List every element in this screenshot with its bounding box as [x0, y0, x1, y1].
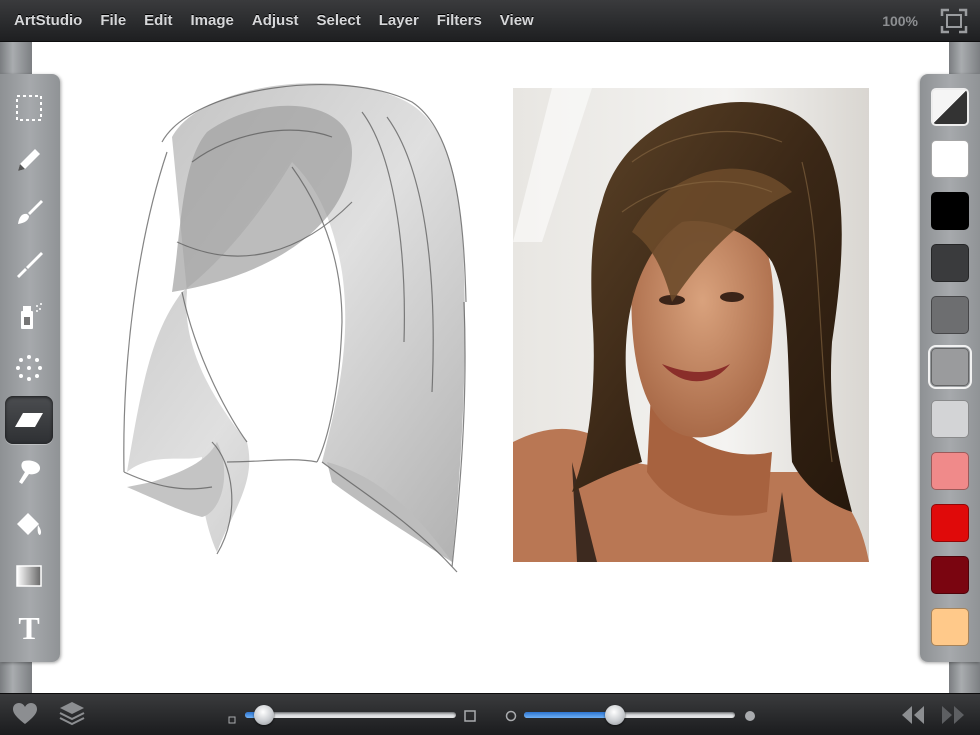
tool-paint-bucket[interactable] — [5, 500, 53, 548]
color-swatch[interactable] — [931, 244, 969, 282]
menu-view[interactable]: View — [491, 0, 543, 42]
brush-size-slider[interactable] — [245, 705, 456, 725]
tools-palette: T — [0, 74, 60, 662]
color-swatch[interactable] — [931, 192, 969, 230]
tool-rectangle-select[interactable] — [5, 84, 53, 132]
tool-brush[interactable] — [5, 188, 53, 236]
tool-pencil[interactable] — [5, 136, 53, 184]
color-swatch[interactable] — [931, 140, 969, 178]
eraser-icon — [15, 413, 43, 427]
undo-icon[interactable] — [900, 704, 926, 731]
color-swatch[interactable] — [931, 452, 969, 490]
smudge-brush-icon — [17, 252, 43, 278]
tool-scatter-brush[interactable] — [5, 344, 53, 392]
color-swatch[interactable] — [931, 608, 969, 646]
fullscreen-icon[interactable] — [940, 8, 968, 34]
color-swatch[interactable] — [931, 296, 969, 334]
tool-text[interactable]: T — [5, 604, 53, 652]
gradient-icon — [16, 565, 42, 587]
opacity-min-icon — [505, 709, 517, 727]
paint-bucket-icon — [17, 513, 42, 535]
menu-select[interactable]: Select — [308, 0, 370, 42]
spray-can-icon — [21, 303, 42, 329]
brush-size-slider-knob[interactable] — [253, 705, 274, 725]
reference-photo — [513, 88, 869, 562]
tool-eraser[interactable] — [5, 396, 53, 444]
app-menu[interactable]: ArtStudio — [0, 0, 91, 42]
menu-edit[interactable]: Edit — [135, 0, 181, 42]
tool-spray-can[interactable] — [5, 292, 53, 340]
layers-icon[interactable] — [59, 700, 85, 733]
tool-smudge-brush[interactable] — [5, 240, 53, 288]
color-palette — [920, 74, 980, 662]
tool-gradient[interactable] — [5, 552, 53, 600]
text-tool-icon: T — [18, 609, 40, 646]
brush-size-min-icon — [228, 711, 236, 729]
drawing-canvas[interactable] — [32, 42, 949, 693]
opacity-slider[interactable] — [524, 705, 735, 725]
smudge-finger-icon — [19, 460, 41, 484]
pencil-icon — [18, 149, 40, 171]
menu-file[interactable]: File — [91, 0, 135, 42]
zoom-level[interactable]: 100% — [882, 0, 918, 42]
menu-bar: ArtStudio File Edit Image Adjust Select … — [0, 0, 980, 42]
color-swatch[interactable] — [931, 504, 969, 542]
brush-size-max-icon — [464, 709, 476, 727]
rectangle-select-icon — [16, 95, 42, 121]
opacity-max-icon — [744, 709, 756, 727]
color-swatch[interactable] — [931, 400, 969, 438]
tool-smudge-finger[interactable] — [5, 448, 53, 496]
primary-secondary-color-swatch[interactable] — [931, 88, 969, 126]
menu-layer[interactable]: Layer — [370, 0, 428, 42]
brush-icon — [18, 200, 43, 224]
menu-image[interactable]: Image — [182, 0, 243, 42]
color-swatch[interactable] — [928, 345, 972, 389]
menu-adjust[interactable]: Adjust — [243, 0, 308, 42]
opacity-slider-knob[interactable] — [604, 705, 625, 725]
hair-sketch — [123, 83, 467, 573]
menu-filters[interactable]: Filters — [428, 0, 491, 42]
redo-icon[interactable] — [940, 704, 966, 731]
heart-icon[interactable] — [12, 702, 38, 731]
scatter-brush-icon — [16, 355, 42, 381]
bottom-toolbar — [0, 693, 980, 735]
color-swatch[interactable] — [931, 556, 969, 594]
